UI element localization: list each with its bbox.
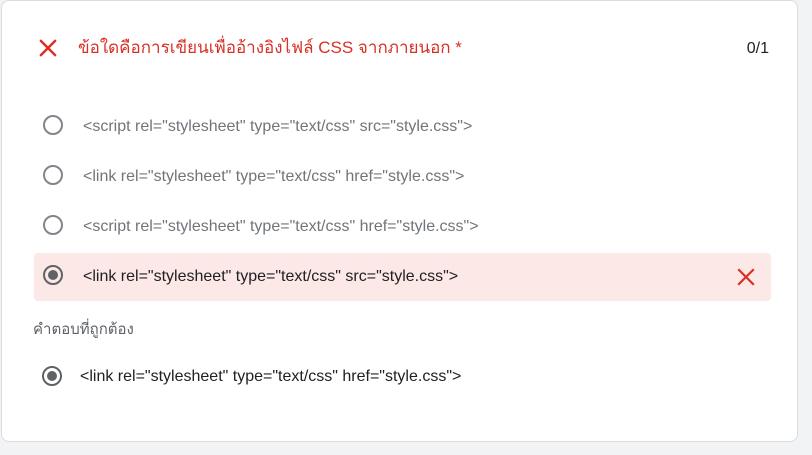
close-icon <box>39 39 57 57</box>
correct-answer-title: คำตอบที่ถูกต้อง <box>33 321 134 338</box>
option-label: <script rel="stylesheet" type="text/css"… <box>83 118 473 135</box>
question-title: ข้อใดคือการเขียนเพื่ออ้างอิงไฟล์ CSS จาก… <box>78 38 462 57</box>
option-1[interactable]: <script rel="stylesheet" type="text/css"… <box>34 103 771 151</box>
radio-dot <box>47 371 57 381</box>
option-label: <link rel="stylesheet" type="text/css" s… <box>83 268 459 285</box>
option-2[interactable]: <link rel="stylesheet" type="text/css" h… <box>34 153 771 201</box>
option-label: <script rel="stylesheet" type="text/css"… <box>83 218 479 235</box>
radio-button[interactable] <box>43 115 63 135</box>
question-card: ข้อใดคือการเขียนเพื่ออ้างอิงไฟล์ CSS จาก… <box>1 0 798 442</box>
radio-button-checked[interactable] <box>43 265 63 285</box>
question-header: ข้อใดคือการเขียนเพื่ออ้างอิงไฟล์ CSS จาก… <box>2 1 797 97</box>
radio-button[interactable] <box>43 165 63 185</box>
correct-answer-option: <link rel="stylesheet" type="text/css" h… <box>30 353 770 401</box>
incorrect-icon <box>737 268 755 286</box>
option-label: <link rel="stylesheet" type="text/css" h… <box>83 168 465 185</box>
radio-button[interactable] <box>43 215 63 235</box>
correct-answer-label: <link rel="stylesheet" type="text/css" h… <box>80 368 462 385</box>
radio-button-checked <box>42 366 62 386</box>
option-4-selected-wrong[interactable]: <link rel="stylesheet" type="text/css" s… <box>34 253 771 301</box>
option-3[interactable]: <script rel="stylesheet" type="text/css"… <box>34 203 771 251</box>
question-score: 0/1 <box>746 40 769 57</box>
radio-dot <box>48 270 58 280</box>
